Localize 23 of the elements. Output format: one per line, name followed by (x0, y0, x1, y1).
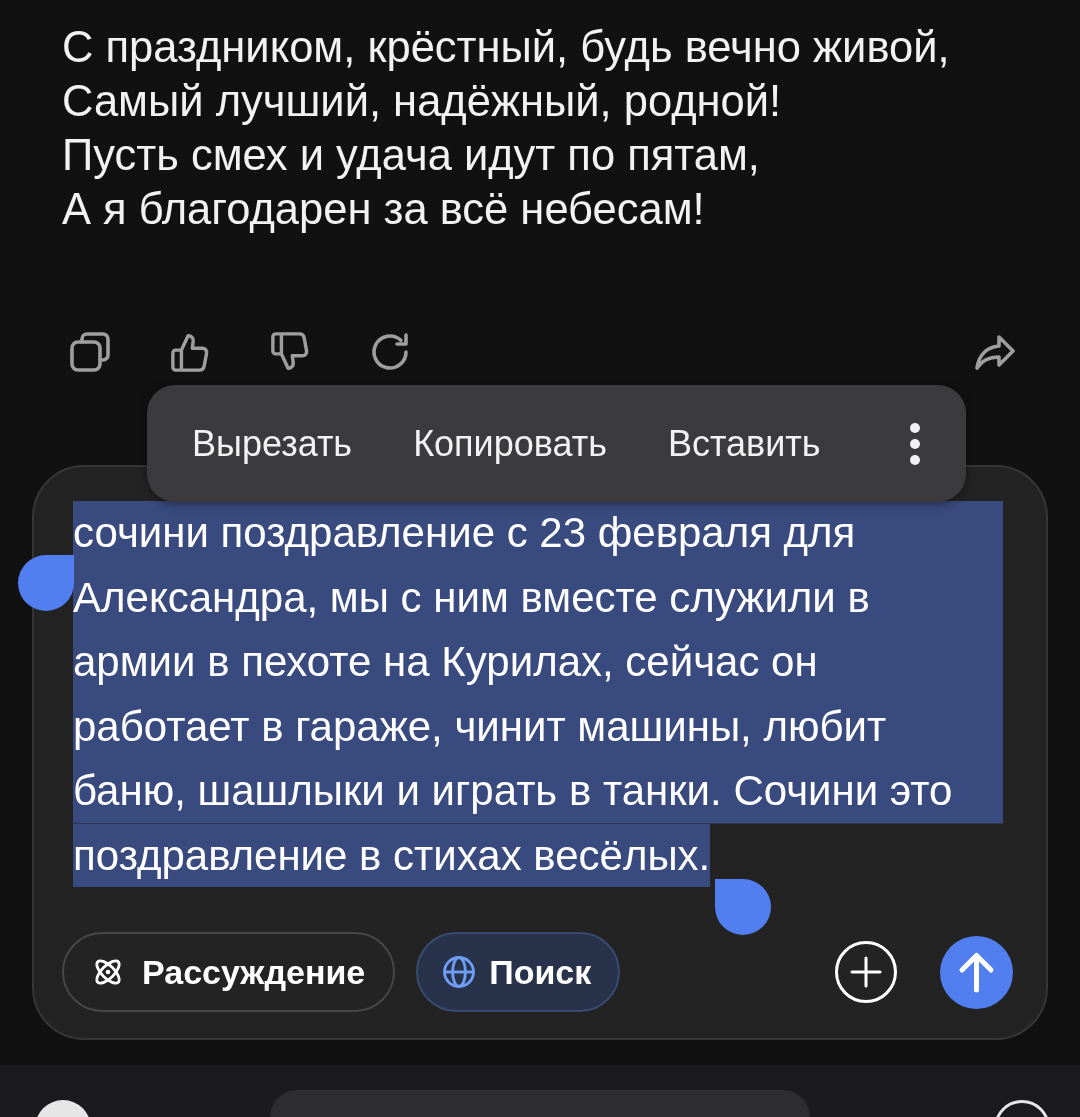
poem-line: С праздником, крёстный, будь вечно живой, (62, 22, 950, 73)
copy-icon[interactable] (70, 332, 110, 372)
thumbs-down-icon[interactable] (270, 332, 310, 372)
poem-line: А я благодарен за всё небесам! (62, 184, 705, 235)
more-icon[interactable] (909, 421, 921, 466)
send-icon[interactable] (940, 935, 1013, 1009)
circle-outline-icon[interactable] (994, 1100, 1050, 1117)
message-input[interactable] (32, 465, 1048, 1040)
menu-item[interactable]: Вырезать (177, 408, 368, 479)
menu-item[interactable]: Вставить (652, 408, 836, 479)
thumbs-up-icon[interactable] (170, 332, 210, 372)
atom-icon (92, 956, 124, 988)
toggle-button[interactable]: Поиск (416, 932, 621, 1012)
toggle-button[interactable]: Рассуждение (62, 932, 396, 1012)
selection-handle-icon[interactable] (18, 555, 74, 611)
menu-item[interactable]: Копировать (398, 408, 622, 479)
share-icon[interactable] (975, 332, 1015, 372)
poem-line: Самый лучший, надёжный, родной! (62, 76, 782, 127)
poem-line: Пусть смех и удача идут по пятам, (62, 130, 760, 181)
add-icon[interactable] (835, 941, 897, 1003)
message-text: сочини поздравление с 23 февраля для Александра, мы с ним вместе служили в армии в пехоте на Курилах, сейчас он работает в гараже, чинит машины, любит баню, шашлыки и играть в танки. Сочини это поздравление в стихах весёлых. (73, 501, 1003, 888)
refresh-icon[interactable] (370, 332, 410, 372)
globe-icon (443, 956, 476, 988)
